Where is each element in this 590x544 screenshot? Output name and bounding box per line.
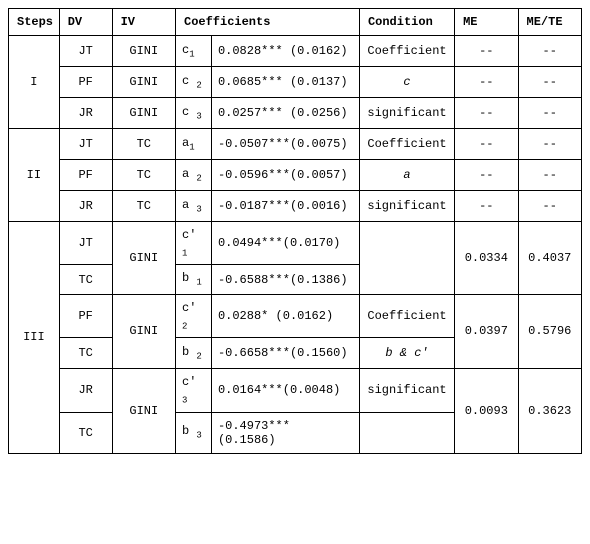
coef-sym: a 2 [176, 160, 212, 191]
table-row: III JT GINI c' 1 0.0494***(0.0170) 0.033… [9, 222, 582, 265]
coef-sym: a1 [176, 129, 212, 160]
me-cell: 0.0334 [455, 222, 518, 295]
iv-cell: TC [112, 191, 175, 222]
header-coef: Coefficients [176, 9, 360, 36]
mete-cell: 0.3623 [518, 369, 581, 453]
table-row: PF GINI c' 2 0.0288* (0.0162) Coefficien… [9, 294, 582, 337]
coef-sym: b 1 [176, 265, 212, 294]
cond-cell: Coefficient [359, 294, 454, 337]
me-cell: -- [455, 98, 518, 129]
coef-val: 0.0257*** (0.0256) [211, 98, 359, 129]
dv-cell: PF [59, 160, 112, 191]
dv-cell: JT [59, 36, 112, 67]
mete-cell: -- [518, 36, 581, 67]
coef-sym: c' 2 [176, 294, 212, 337]
header-mete: ME/TE [518, 9, 581, 36]
coef-val: -0.0507***(0.0075) [211, 129, 359, 160]
cond-cell: significant [359, 369, 454, 412]
header-dv: DV [59, 9, 112, 36]
mete-cell: -- [518, 98, 581, 129]
dv-cell: JT [59, 129, 112, 160]
table-row: II JT TC a1 -0.0507***(0.0075) Coefficie… [9, 129, 582, 160]
coef-val: 0.0164***(0.0048) [211, 369, 359, 412]
dv-cell: JT [59, 222, 112, 265]
coef-val: 0.0828*** (0.0162) [211, 36, 359, 67]
cond-cell: Coefficient [359, 36, 454, 67]
me-cell: -- [455, 129, 518, 160]
cond-cell [359, 412, 454, 453]
coef-val: -0.4973*** (0.1586) [211, 412, 359, 453]
coef-sym: b 2 [176, 338, 212, 369]
coef-val: -0.0596***(0.0057) [211, 160, 359, 191]
iv-cell: GINI [112, 98, 175, 129]
cond-cell: c [359, 67, 454, 98]
table-row: JR GINI c' 3 0.0164***(0.0048) significa… [9, 369, 582, 412]
coef-sym: b 3 [176, 412, 212, 453]
coef-val: -0.6588***(0.1386) [211, 265, 359, 294]
iv-cell: GINI [112, 369, 175, 453]
dv-cell: JR [59, 191, 112, 222]
mete-cell: 0.5796 [518, 294, 581, 368]
table-row: PF TC a 2 -0.0596***(0.0057) a -- -- [9, 160, 582, 191]
me-cell: 0.0093 [455, 369, 518, 453]
mete-cell: -- [518, 160, 581, 191]
coef-sym: c 3 [176, 98, 212, 129]
mete-cell: 0.4037 [518, 222, 581, 295]
iv-cell: TC [112, 160, 175, 191]
iv-cell: GINI [112, 36, 175, 67]
coef-sym: c 2 [176, 67, 212, 98]
coef-val: -0.6658***(0.1560) [211, 338, 359, 369]
coef-sym: c' 1 [176, 222, 212, 265]
table-row: PF GINI c 2 0.0685*** (0.0137) c -- -- [9, 67, 582, 98]
coef-val: 0.0494***(0.0170) [211, 222, 359, 265]
coef-val: 0.0685*** (0.0137) [211, 67, 359, 98]
me-cell: -- [455, 191, 518, 222]
cond-cell: a [359, 160, 454, 191]
dv-cell: JR [59, 369, 112, 412]
coef-sym: a 3 [176, 191, 212, 222]
cond-cell: significant [359, 98, 454, 129]
cond-cell: Coefficient [359, 129, 454, 160]
header-iv: IV [112, 9, 175, 36]
step-III: III [9, 222, 60, 454]
dv-cell: TC [59, 412, 112, 453]
me-cell: -- [455, 160, 518, 191]
cond-cell [359, 222, 454, 295]
iv-cell: GINI [112, 294, 175, 368]
iv-cell: TC [112, 129, 175, 160]
step-II: II [9, 129, 60, 222]
iv-cell: GINI [112, 222, 175, 295]
coef-sym: c' 3 [176, 369, 212, 412]
dv-cell: PF [59, 294, 112, 337]
me-cell: -- [455, 67, 518, 98]
mediation-table: Steps DV IV Coefficients Condition ME ME… [8, 8, 582, 454]
header-row: Steps DV IV Coefficients Condition ME ME… [9, 9, 582, 36]
mete-cell: -- [518, 67, 581, 98]
cond-cell: b & c' [359, 338, 454, 369]
coef-sym: c1 [176, 36, 212, 67]
table-row: JR GINI c 3 0.0257*** (0.0256) significa… [9, 98, 582, 129]
table-row: I JT GINI c1 0.0828*** (0.0162) Coeffici… [9, 36, 582, 67]
me-cell: -- [455, 36, 518, 67]
cond-cell: significant [359, 191, 454, 222]
header-steps: Steps [9, 9, 60, 36]
dv-cell: JR [59, 98, 112, 129]
iv-cell: GINI [112, 67, 175, 98]
step-I: I [9, 36, 60, 129]
dv-cell: TC [59, 338, 112, 369]
table-row: JR TC a 3 -0.0187***(0.0016) significant… [9, 191, 582, 222]
mete-cell: -- [518, 191, 581, 222]
coef-val: 0.0288* (0.0162) [211, 294, 359, 337]
me-cell: 0.0397 [455, 294, 518, 368]
coef-val: -0.0187***(0.0016) [211, 191, 359, 222]
dv-cell: PF [59, 67, 112, 98]
dv-cell: TC [59, 265, 112, 294]
header-cond: Condition [359, 9, 454, 36]
header-me: ME [455, 9, 518, 36]
mete-cell: -- [518, 129, 581, 160]
